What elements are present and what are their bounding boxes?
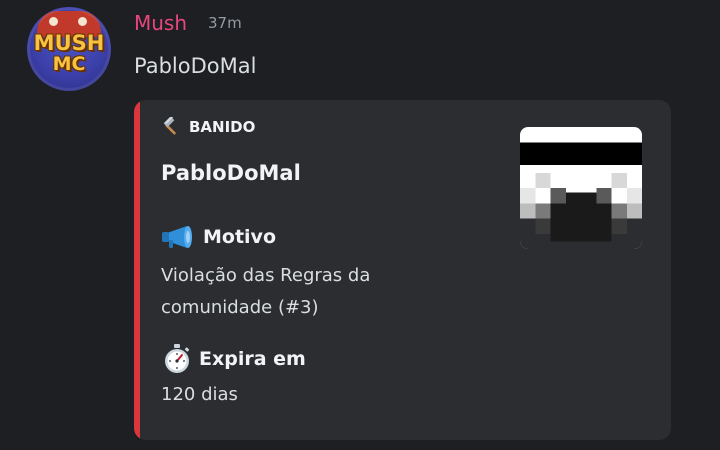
embed-accent-bar	[134, 100, 140, 440]
megaphone-icon	[162, 226, 192, 248]
message-timestamp[interactable]: 37m	[208, 14, 242, 32]
field-name-label: Motivo	[203, 226, 276, 248]
minecraft-skin-head-icon	[520, 127, 642, 249]
stopwatch-icon	[165, 344, 190, 373]
field-value-expira: 120 dias	[161, 379, 491, 411]
author-username[interactable]: Mush	[134, 11, 187, 35]
field-name-label: Expira em	[199, 348, 306, 370]
hammer-icon	[163, 117, 176, 135]
field-value-line: comunidade (#3)	[161, 297, 319, 318]
field-name-expira: Expira em	[161, 343, 306, 375]
embed-title: PabloDoMal	[161, 161, 301, 185]
ban-embed: BANIDO PabloDoMal Motivo Violação das Re…	[134, 100, 671, 440]
field-value-motivo: Violação das Regras da comunidade (#3)	[161, 260, 491, 324]
embed-author-label: BANIDO	[189, 118, 256, 136]
field-name-motivo: Motivo	[161, 224, 276, 250]
author-avatar[interactable]: MUSH MC	[27, 7, 111, 91]
discord-message-view: MUSH MC Mush 37m PabloDoMal BANIDO Pablo…	[0, 0, 720, 450]
embed-author: BANIDO	[161, 117, 255, 137]
field-value-line: 120 dias	[161, 384, 238, 405]
embed-thumbnail[interactable]	[520, 127, 642, 249]
field-value-line: Violação das Regras da	[161, 265, 371, 286]
message-content: PabloDoMal	[134, 54, 257, 78]
avatar-ring	[27, 7, 111, 91]
